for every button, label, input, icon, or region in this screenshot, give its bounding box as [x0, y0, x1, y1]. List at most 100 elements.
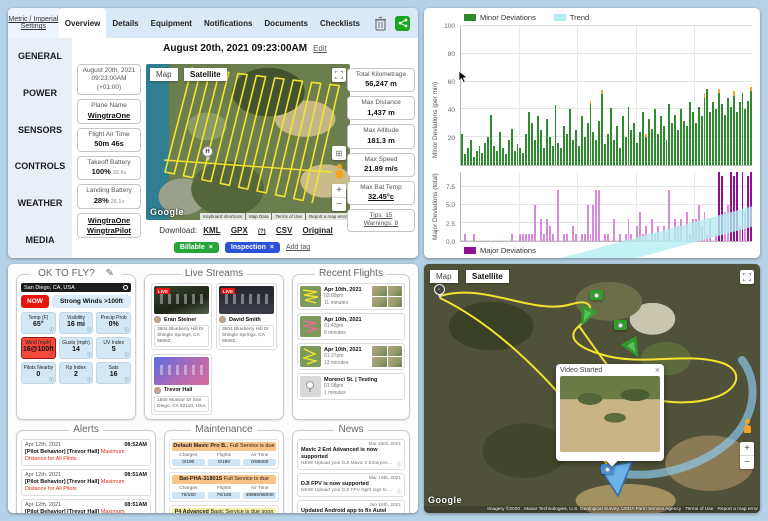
- stream-card[interactable]: Trevor Hall 1500 Monitor Dr San Diego, C…: [151, 354, 212, 415]
- tag-inspection[interactable]: Inspection×: [225, 242, 280, 253]
- report-map-error-link[interactable]: Report a map error: [717, 507, 758, 512]
- tile-uv[interactable]: UV Index5ⓘ: [96, 337, 131, 359]
- tab-equipment[interactable]: Equipment: [145, 8, 198, 38]
- news-item[interactable]: Mar 16th, 2021 DJI FPV is now supported …: [297, 473, 405, 497]
- fullscreen-icon[interactable]: [740, 270, 754, 284]
- keyboard-shortcuts-link[interactable]: Keyboard shortcuts: [200, 213, 245, 220]
- download-gpx-link[interactable]: GPX: [231, 226, 248, 235]
- tile-kp[interactable]: Kp Index2ⓘ: [59, 362, 94, 384]
- info-icon[interactable]: ⓘ: [125, 377, 130, 383]
- add-tag-link[interactable]: Add tag: [286, 244, 310, 251]
- flight-row[interactable]: Apr 10th, 202101:43pm8 minutes: [297, 313, 405, 340]
- flight-route-map[interactable]: H Map Satellite ⊞ +− Google Keyboard sho…: [146, 64, 350, 220]
- maintenance-item[interactable]: P4 Advanced Basic Service is due soon Fl…: [169, 505, 279, 513]
- zoom-control[interactable]: +−: [332, 184, 346, 211]
- info-icon[interactable]: ⓘ: [125, 327, 130, 333]
- tile-pilots[interactable]: Pilots Nearby0ⓘ: [21, 362, 56, 384]
- edit-title-link[interactable]: Edit: [313, 44, 327, 53]
- tab-notifications[interactable]: Notifications: [198, 8, 258, 38]
- info-icon[interactable]: ⓘ: [397, 488, 402, 495]
- sidebar-item-weather[interactable]: WEATHER: [8, 185, 72, 222]
- pegman-icon[interactable]: [742, 419, 752, 434]
- sidebar-item-sensors[interactable]: SENSORS: [8, 111, 72, 148]
- direction-marker[interactable]: [573, 304, 598, 330]
- home-marker[interactable]: H: [202, 146, 213, 160]
- zoom-in-icon[interactable]: +: [332, 184, 346, 197]
- download-kml-link[interactable]: KML: [203, 226, 220, 235]
- info-icon[interactable]: ⓘ: [49, 327, 54, 333]
- location-bar[interactable]: San Diego, CA, USA: [21, 283, 131, 292]
- photo-marker-camera-icon[interactable]: [614, 320, 627, 330]
- fullscreen-icon[interactable]: [332, 68, 346, 82]
- map-data-link[interactable]: Map Data: [246, 213, 272, 220]
- info-icon[interactable]: ⓘ: [87, 352, 92, 358]
- info-icon[interactable]: ⓘ: [49, 377, 54, 383]
- gear-icon[interactable]: [123, 285, 128, 290]
- trash-icon[interactable]: [374, 16, 387, 31]
- share-icon[interactable]: [395, 16, 410, 31]
- home-marker[interactable]: ◦: [434, 284, 445, 298]
- news-item[interactable]: Jan 15th, 2021 Updated Android app to fi…: [297, 500, 405, 513]
- sidebar-item-power[interactable]: POWER: [8, 75, 72, 112]
- terms-of-use-link[interactable]: Terms of Use: [272, 213, 305, 220]
- tab-details[interactable]: Details: [106, 8, 144, 38]
- tab-checklists[interactable]: Checklists: [314, 8, 366, 38]
- flight-photos[interactable]: [372, 346, 402, 367]
- alert-item[interactable]: Apr 12th, 202108:51AM [Pilot Behavior] […: [21, 469, 151, 496]
- maintenance-item[interactable]: Default Mavic Pro B.. Full Service is du…: [169, 439, 279, 469]
- download-original-link[interactable]: Original: [303, 226, 333, 235]
- now-button[interactable]: NOW: [21, 295, 49, 308]
- satellite-mode-button[interactable]: Satellite: [184, 68, 227, 81]
- tag-billable[interactable]: Billable×: [174, 242, 219, 253]
- stream-thumbnail[interactable]: LIVE: [154, 286, 209, 314]
- info-icon[interactable]: ⓘ: [397, 461, 402, 468]
- map-mode-button[interactable]: Map: [150, 68, 178, 81]
- tile-precip[interactable]: Precip Prob0%ⓘ: [96, 312, 131, 334]
- tile-sats[interactable]: Sats16ⓘ: [96, 362, 131, 384]
- zoom-out-icon[interactable]: −: [740, 456, 754, 469]
- stream-card[interactable]: LIVE David Smith 3604 Blueberry Hill Dr …: [216, 283, 277, 350]
- video-preview-image[interactable]: [560, 376, 660, 452]
- tilt-view-icon[interactable]: ⊞: [332, 146, 346, 160]
- video-started-popup[interactable]: Video Started ×: [556, 364, 664, 461]
- tab-overview[interactable]: Overview: [59, 8, 107, 38]
- sidebar-item-general[interactable]: GENERAL: [8, 38, 72, 75]
- stream-card[interactable]: LIVE Eran Steiner 3604 Blueberry Hill Dr…: [151, 283, 212, 350]
- info-icon[interactable]: ⓘ: [87, 377, 92, 383]
- close-icon[interactable]: ×: [655, 366, 660, 375]
- stream-thumbnail[interactable]: LIVE: [219, 286, 274, 314]
- satellite-mode-button[interactable]: Satellite: [466, 270, 509, 283]
- tile-temp[interactable]: Temp (F)65°ⓘ: [21, 312, 56, 334]
- flight-photos[interactable]: [372, 286, 402, 307]
- download-csv-link[interactable]: CSV: [276, 226, 292, 235]
- tile-gusts[interactable]: Gusts (mph)14ⓘ: [59, 337, 94, 359]
- units-settings-link[interactable]: Metric / Imperial Settings: [8, 8, 59, 38]
- pegman-icon[interactable]: [334, 164, 344, 179]
- report-map-error-link[interactable]: Report a map error: [306, 213, 350, 220]
- tile-visibility[interactable]: Visibility16 miⓘ: [59, 312, 94, 334]
- tab-documents[interactable]: Documents: [258, 8, 314, 38]
- zoom-in-icon[interactable]: +: [740, 442, 754, 455]
- sidebar-item-media[interactable]: MEDIA: [8, 221, 72, 258]
- flight-row[interactable]: Apr 10th, 202101:27pm13 minutes: [297, 343, 405, 370]
- alert-item[interactable]: Apr 12th, 202108:52AM [Pilot Behavior] […: [21, 439, 151, 466]
- tile-wind[interactable]: Wind (mph)16@100ftⓘ: [21, 337, 56, 359]
- flight-row[interactable]: Apr 10th, 202102:09pm11 minutes: [297, 283, 405, 310]
- terms-of-use-link[interactable]: Terms of Use: [685, 507, 713, 512]
- info-icon[interactable]: ⓘ: [125, 352, 130, 358]
- gpx-help-link[interactable]: (?): [258, 229, 266, 235]
- info-icon[interactable]: ⓘ: [49, 352, 54, 358]
- alert-item[interactable]: Apr 12th, 202108:51AM [Pilot Behavior] […: [21, 499, 151, 513]
- zoom-control[interactable]: +−: [740, 442, 754, 469]
- stream-thumbnail[interactable]: [154, 357, 209, 385]
- map-mode-button[interactable]: Map: [430, 270, 458, 283]
- flight-playback-map[interactable]: ◦ Map Satellite +− Video Started × Googl…: [424, 264, 760, 513]
- edit-icon[interactable]: ✎: [102, 268, 118, 279]
- sidebar-item-controls[interactable]: CONTROLS: [8, 148, 72, 185]
- photo-marker-camera-icon[interactable]: [590, 290, 603, 300]
- zoom-out-icon[interactable]: −: [332, 198, 346, 211]
- close-icon[interactable]: ×: [209, 244, 213, 251]
- info-icon[interactable]: ⓘ: [87, 327, 92, 333]
- maintenance-item[interactable]: Bat-PHA-31801S Full Service is due Charg…: [169, 472, 279, 502]
- close-icon[interactable]: ×: [270, 244, 274, 251]
